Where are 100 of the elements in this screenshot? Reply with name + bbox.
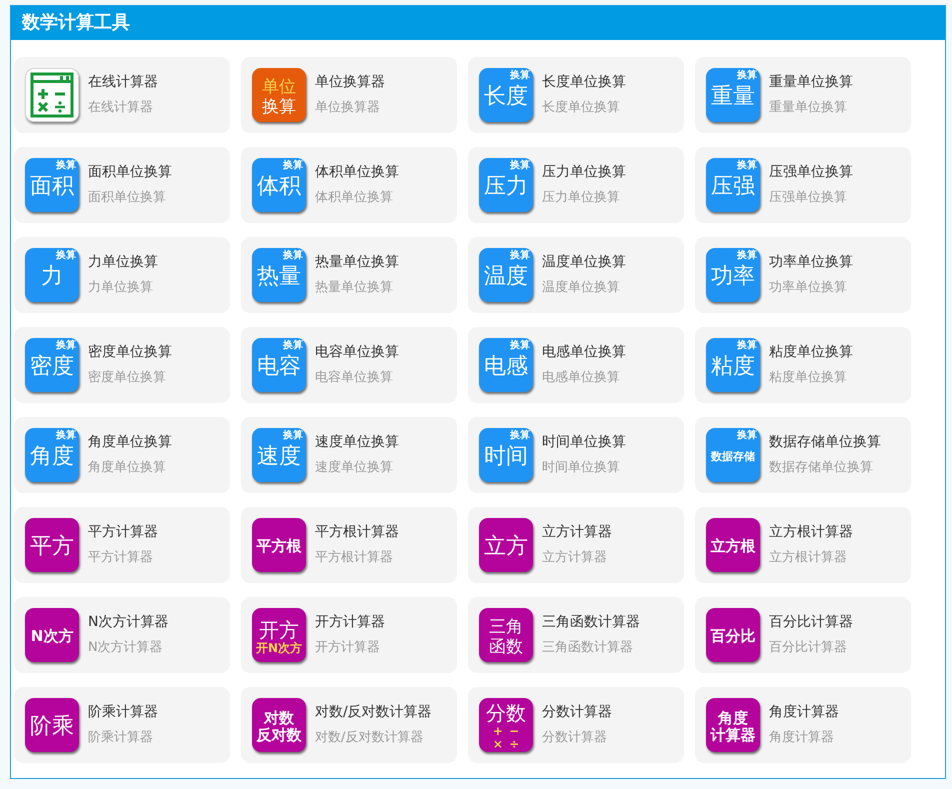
tile-tag: 换算: [56, 340, 76, 352]
tile-subtext: × ÷: [492, 738, 520, 751]
tile-text: 电容: [257, 354, 301, 379]
tool-description: 阶乘计算器: [88, 729, 154, 747]
tool-title: 角度单位换算: [88, 433, 172, 452]
tool-description: 功率单位换算: [769, 279, 848, 297]
tile-text: 粘度: [711, 354, 755, 379]
tool-description: 力单位换算: [88, 279, 154, 297]
tile-tag: 换算: [283, 340, 303, 352]
tile-text: 立方: [484, 534, 528, 559]
tool-title: 体积单位换算: [315, 163, 399, 182]
tile-tag: 换算: [737, 340, 757, 352]
tile-text: 反对数: [256, 726, 302, 744]
tool-title: 压强单位换算: [769, 163, 853, 182]
tool-title: 立方计算器: [542, 523, 612, 542]
tile-text: 平方根: [256, 538, 302, 555]
tile-text: 角度: [30, 444, 74, 469]
tool-card[interactable]: 开方 开N次方 开方计算器 开方计算器: [241, 597, 457, 673]
tile-tag: 换算: [737, 250, 757, 262]
tool-title: 电容单位换算: [315, 343, 399, 362]
tool-title: 对数/反对数计算器: [315, 703, 432, 722]
tile-text: 计算器: [710, 726, 756, 744]
tool-description: 角度单位换算: [88, 459, 167, 477]
tool-card[interactable]: 单位 换算 单位换算器 单位换算器: [241, 57, 457, 133]
tile-text: 功率: [711, 264, 755, 289]
tool-description: 密度单位换算: [88, 369, 167, 387]
tile-subtext: + −: [492, 725, 520, 738]
tool-title: 分数计算器: [542, 703, 612, 722]
tile-text: 热量: [257, 264, 301, 289]
tile-text: 电感: [484, 354, 528, 379]
tile-text: N次方: [30, 628, 74, 645]
tool-card[interactable]: 平方根 平方根计算器 平方根计算器: [241, 507, 457, 583]
tile-tag: 换算: [737, 160, 757, 172]
tile-text: 密度: [30, 354, 74, 379]
tool-title: 平方计算器: [88, 523, 158, 542]
tool-description: 压力单位换算: [542, 189, 621, 207]
tool-card[interactable]: 百分比 百分比计算器 百分比计算器: [695, 597, 911, 673]
tool-title: 时间单位换算: [542, 433, 626, 452]
tool-description: 立方根计算器: [769, 549, 848, 567]
tool-title: 温度单位换算: [542, 253, 626, 272]
tile-tag: 换算: [510, 70, 530, 82]
tool-card[interactable]: 三角 函数 三角函数计算器 三角函数计算器: [468, 597, 684, 673]
tool-card[interactable]: 角度 计算器 角度计算器 角度计算器: [695, 687, 911, 763]
tile-text: 压力: [484, 174, 528, 199]
tile-tag: 换算: [737, 430, 757, 442]
tool-title: 阶乘计算器: [88, 703, 158, 722]
tool-description: 角度计算器: [769, 729, 835, 747]
tool-description: 速度单位换算: [315, 459, 394, 477]
tile-text: 角度: [718, 710, 748, 726]
tile-text: 速度: [257, 444, 301, 469]
tile-text: 三角: [489, 616, 523, 636]
tile-text: 分数: [486, 702, 526, 725]
tool-description: 平方计算器: [88, 549, 154, 567]
tool-title: 角度计算器: [769, 703, 839, 722]
tool-title: 长度单位换算: [542, 73, 626, 92]
tile-tag: 换算: [510, 250, 530, 262]
tile-text: 百分比: [710, 628, 756, 645]
tool-description: 三角函数计算器: [542, 639, 634, 657]
panel-title: 数学计算工具: [22, 12, 130, 34]
tile-tag: 换算: [283, 430, 303, 442]
tool-card[interactable]: 换算 力 力单位换算 力单位换算: [14, 237, 230, 313]
tool-title: 单位换算器: [315, 73, 385, 92]
tool-description: 分数计算器: [542, 729, 608, 747]
tool-card[interactable]: N次方 N次方计算器 N次方计算器: [14, 597, 230, 673]
tool-card[interactable]: 在线计算器 在线计算器: [14, 57, 230, 133]
tile-text: 换算: [262, 96, 296, 116]
tool-title: 面积单位换算: [88, 163, 172, 182]
tile-tag: 换算: [283, 160, 303, 172]
tool-title: 速度单位换算: [315, 433, 399, 452]
tool-description: 数据存储单位换算: [769, 459, 874, 477]
tile-text: 温度: [484, 264, 528, 289]
tile-tag: 换算: [283, 250, 303, 262]
tool-description: 对数/反对数计算器: [315, 729, 424, 747]
tool-title: 力单位换算: [88, 253, 158, 272]
tile-text: 平方: [30, 534, 74, 559]
tool-card[interactable]: 分数 + − × ÷ 分数计算器 分数计算器: [468, 687, 684, 763]
tool-card[interactable]: 立方根 立方根计算器 立方根计算器: [695, 507, 911, 583]
tile-text: 阶乘: [30, 714, 74, 739]
tool-description: 电感单位换算: [542, 369, 621, 387]
tool-description: 面积单位换算: [88, 189, 167, 207]
tool-title: 数据存储单位换算: [769, 433, 881, 452]
tool-description: 重量单位换算: [769, 99, 848, 117]
tool-description: 体积单位换算: [315, 189, 394, 207]
tile-text: 函数: [489, 636, 523, 656]
tool-card[interactable]: 换算 数据存储 数据存储单位换算 数据存储单位换算: [695, 417, 911, 493]
tool-card[interactable]: 对数 反对数 对数/反对数计算器 对数/反对数计算器: [241, 687, 457, 763]
tile-tag: 换算: [56, 250, 76, 262]
tool-title: 开方计算器: [315, 613, 385, 632]
tool-title: 功率单位换算: [769, 253, 853, 272]
tool-description: 百分比计算器: [769, 639, 848, 657]
tile-tag: 换算: [510, 430, 530, 442]
tool-title: 三角函数计算器: [542, 613, 640, 632]
tool-description: 开方计算器: [315, 639, 381, 657]
tool-description: 在线计算器: [88, 99, 154, 117]
tool-title: 密度单位换算: [88, 343, 172, 362]
tool-title: 重量单位换算: [769, 73, 853, 92]
tool-title: 电感单位换算: [542, 343, 626, 362]
tile-tag: 换算: [737, 70, 757, 82]
tool-title: 平方根计算器: [315, 523, 399, 542]
tool-title: 粘度单位换算: [769, 343, 853, 362]
